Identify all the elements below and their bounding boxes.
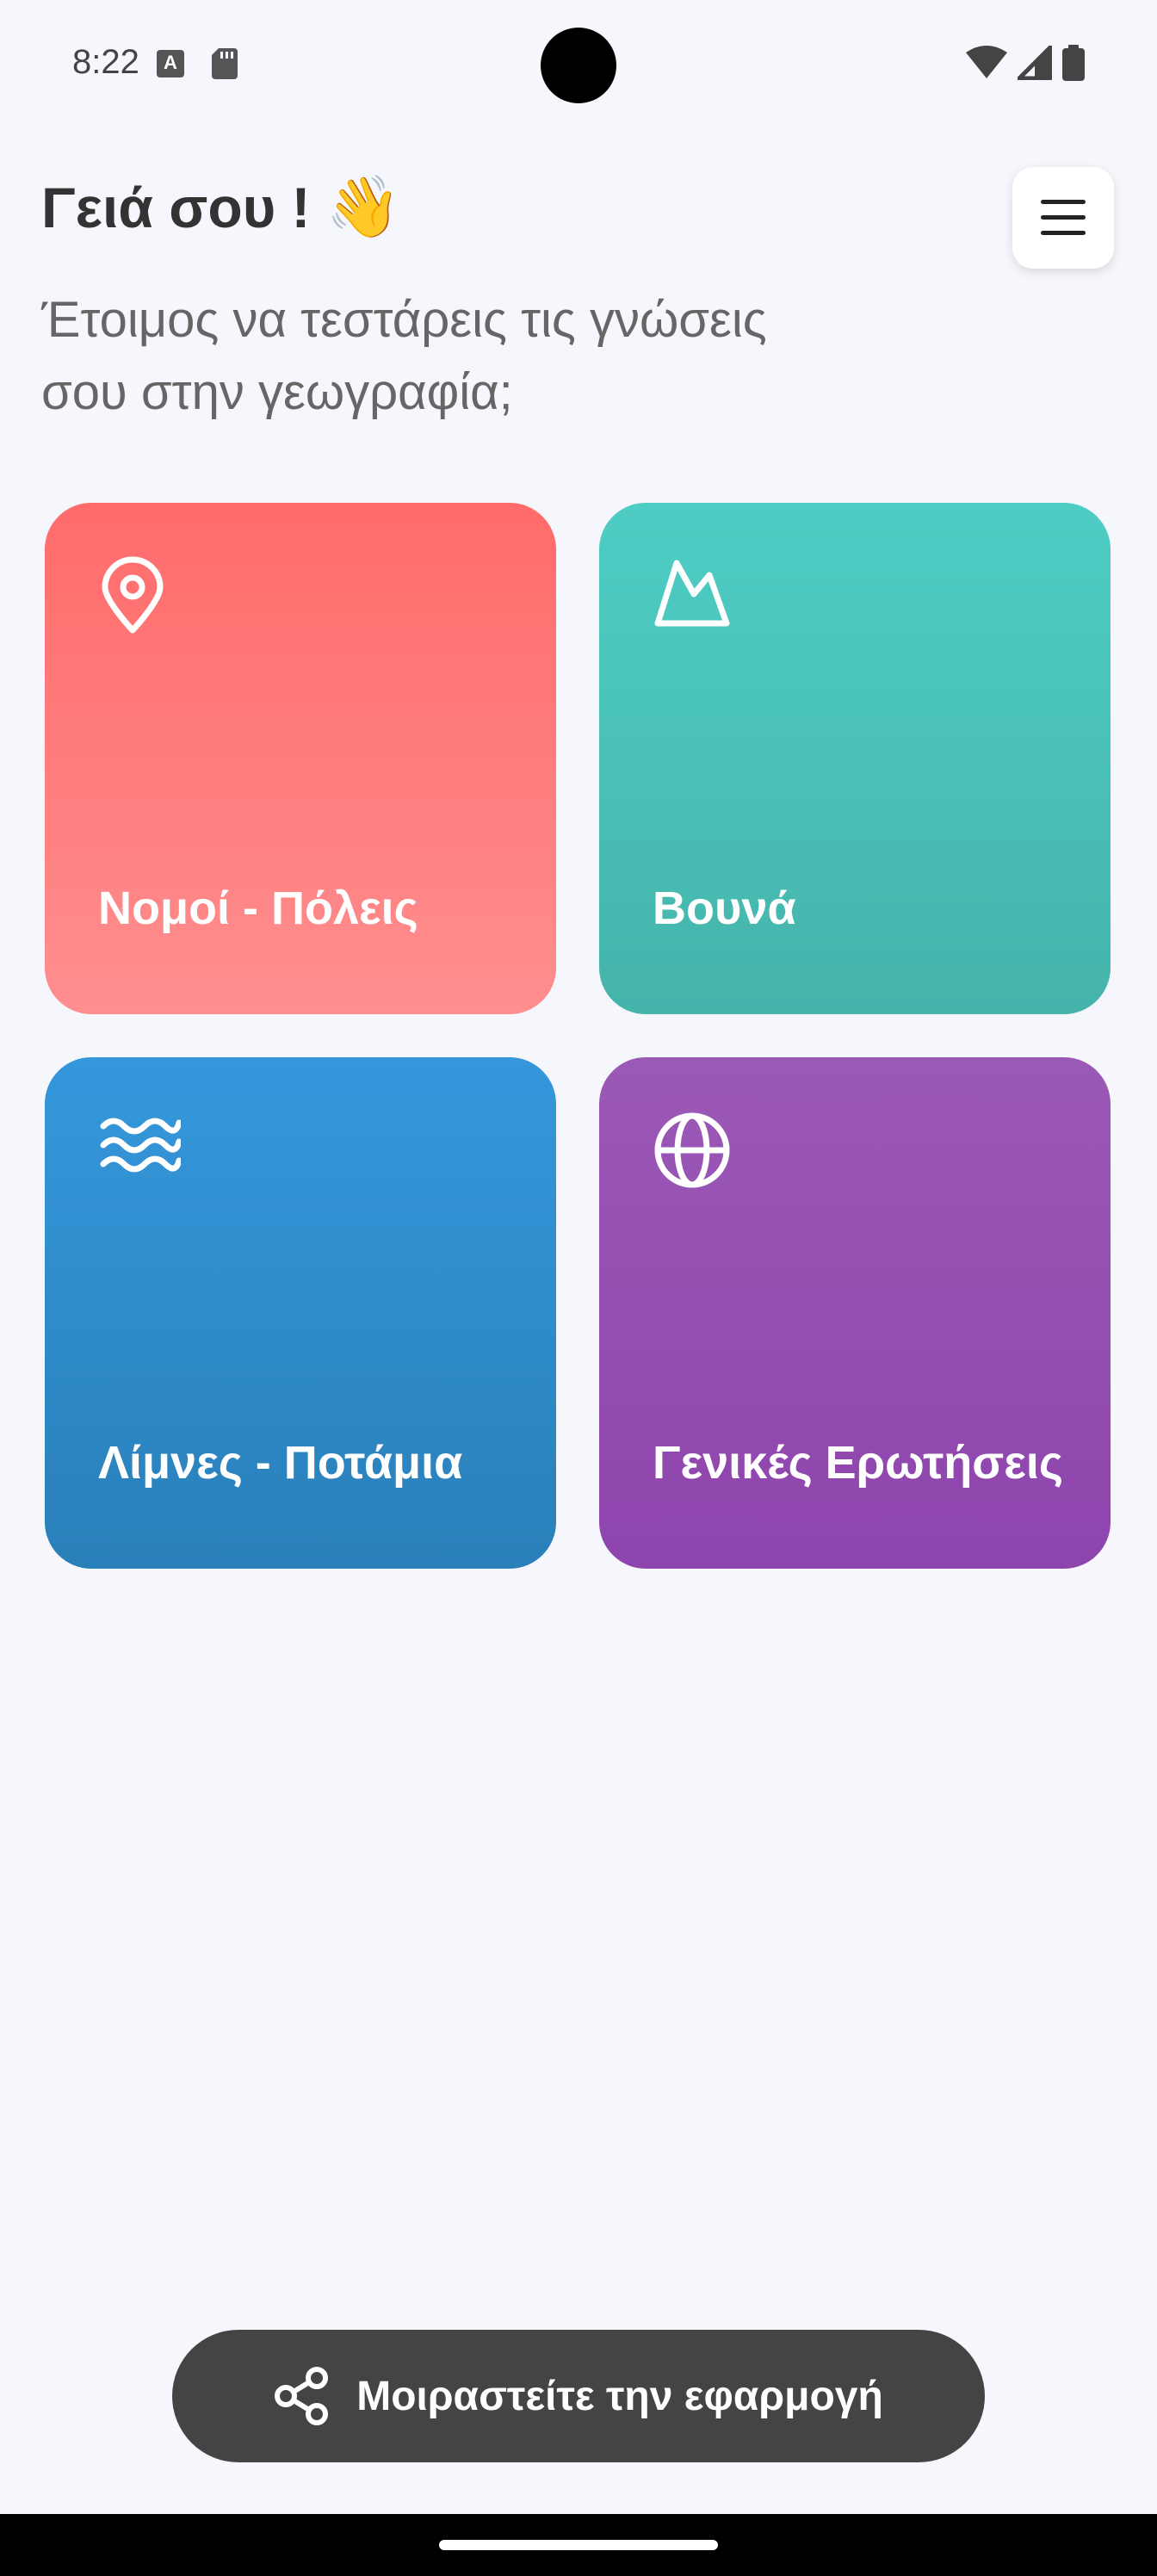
hamburger-menu-icon <box>1041 200 1086 204</box>
wave-emoji-icon: 👋 <box>325 173 401 240</box>
home-gesture-handle[interactable] <box>439 2540 718 2550</box>
card-label: Νομοί - Πόλεις <box>98 882 418 934</box>
status-icons <box>966 45 1085 81</box>
location-pin-icon <box>102 556 164 634</box>
camera-cutout <box>541 28 616 103</box>
subtitle-line: σου στην γεωγραφία; <box>41 364 513 420</box>
greeting-title: Γειά σου ! 👋 <box>41 172 401 243</box>
app-notification-icon: A <box>157 50 184 77</box>
share-app-button[interactable]: Μοιραστείτε την εφαρμογή <box>172 2330 985 2462</box>
globe-icon <box>654 1112 730 1188</box>
status-bar: 8:22 A <box>0 0 1157 129</box>
card-label: Γενικές Ερωτήσεις <box>653 1437 1063 1489</box>
share-icon <box>275 2367 329 2425</box>
status-time: 8:22 <box>72 43 139 81</box>
wifi-icon <box>966 46 1007 78</box>
hamburger-line <box>1041 215 1086 220</box>
category-card-general-questions[interactable]: Γενικές Ερωτήσεις <box>599 1057 1111 1569</box>
category-card-mountains[interactable]: Βουνά <box>599 503 1111 1014</box>
hamburger-line <box>1041 231 1086 235</box>
card-label: Βουνά <box>653 882 796 934</box>
cellular-signal-icon <box>1018 46 1052 80</box>
greeting-text: Γειά σου ! <box>41 176 311 239</box>
category-card-prefectures-cities[interactable]: Νομοί - Πόλεις <box>45 503 556 1014</box>
menu-button[interactable] <box>1012 167 1114 269</box>
subtitle: Έτοιμος να τεστάρεις τις γνώσεις σου στη… <box>41 284 902 429</box>
card-label: Λίμνες - Ποτάμια <box>98 1437 463 1489</box>
sd-card-icon <box>212 48 238 79</box>
share-button-label: Μοιραστείτε την εφαρμογή <box>356 2373 883 2419</box>
mountain-icon <box>654 560 730 627</box>
subtitle-line: Έτοιμος να τεστάρεις τις γνώσεις <box>41 292 767 348</box>
water-waves-icon <box>100 1118 181 1173</box>
category-card-lakes-rivers[interactable]: Λίμνες - Ποτάμια <box>45 1057 556 1569</box>
battery-icon <box>1062 45 1085 81</box>
